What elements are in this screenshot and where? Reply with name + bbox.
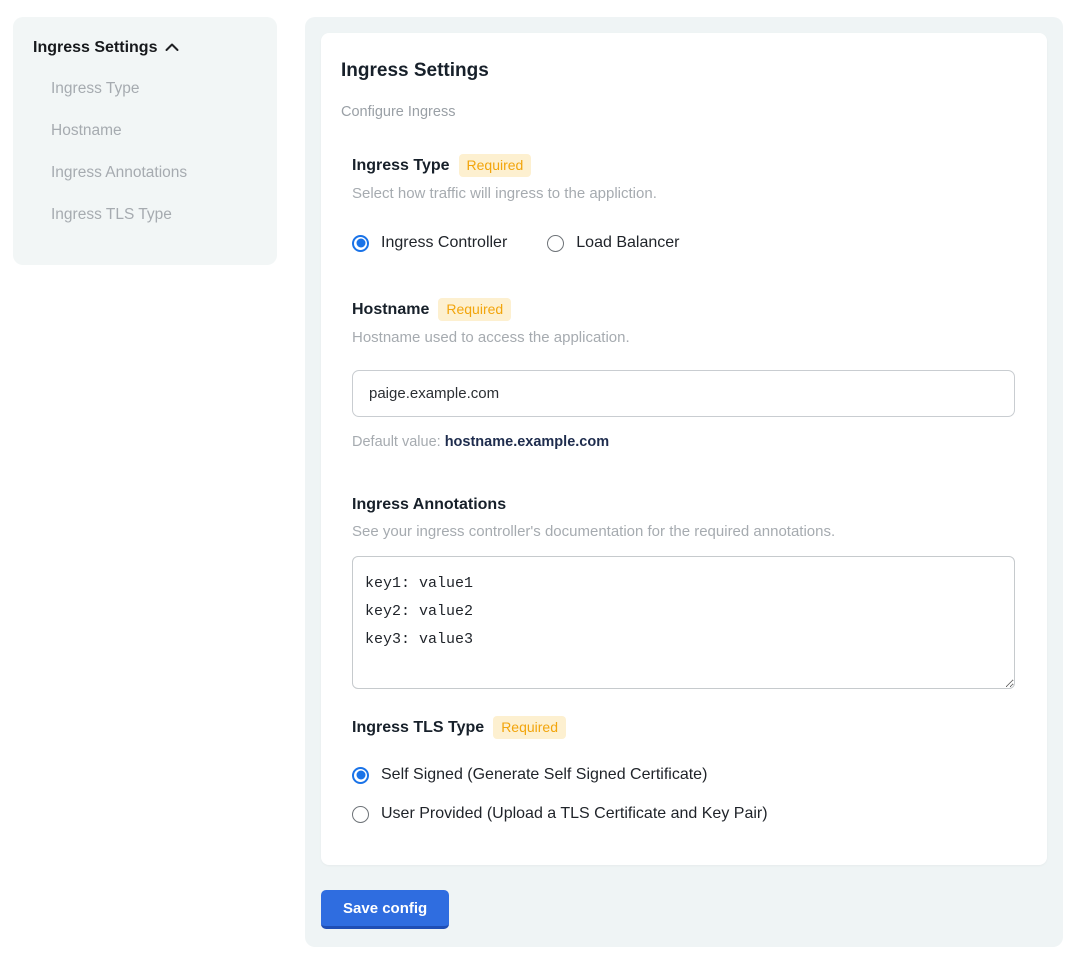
ingress-type-radio-group: Ingress Controller Load Balancer (352, 234, 1015, 252)
sidebar-group-ingress-settings[interactable]: Ingress Settings (33, 39, 257, 57)
page-title: Ingress Settings (341, 59, 1015, 82)
radio-label: Ingress Controller (381, 234, 507, 252)
section-label: Hostname (352, 300, 429, 320)
section-label: Ingress Type (352, 156, 450, 176)
radio-icon (352, 806, 369, 823)
sidebar-group-label: Ingress Settings (33, 39, 157, 57)
section-description: Hostname used to access the application. (352, 328, 1015, 347)
page-subtitle: Configure Ingress (341, 104, 1015, 120)
hostname-input[interactable] (352, 370, 1015, 417)
sidebar: Ingress Settings Ingress Type Hostname I… (13, 17, 277, 265)
radio-user-provided[interactable]: User Provided (Upload a TLS Certificate … (352, 805, 1015, 823)
radio-label: Load Balancer (576, 234, 679, 252)
required-badge: Required (493, 716, 566, 739)
radio-self-signed[interactable]: Self Signed (Generate Self Signed Certif… (352, 766, 1015, 784)
section-ingress-annotations: Ingress Annotations See your ingress con… (352, 495, 1015, 694)
sidebar-item-ingress-type[interactable]: Ingress Type (33, 79, 257, 99)
radio-label: User Provided (Upload a TLS Certificate … (381, 805, 768, 823)
chevron-up-icon (165, 39, 179, 57)
radio-label: Self Signed (Generate Self Signed Certif… (381, 766, 707, 784)
section-ingress-tls-type: Ingress TLS Type Required Self Signed (G… (352, 716, 1015, 823)
save-config-button[interactable]: Save config (321, 890, 449, 929)
settings-panel: Ingress Settings Configure Ingress Ingre… (305, 17, 1063, 947)
section-label: Ingress TLS Type (352, 718, 484, 738)
default-value-prefix: Default value: (352, 434, 445, 450)
radio-icon (352, 767, 369, 784)
section-ingress-type: Ingress Type Required Select how traffic… (352, 154, 1015, 252)
radio-icon (352, 235, 369, 252)
section-hostname-header: Hostname Required (352, 298, 1015, 321)
ingress-settings-card: Ingress Settings Configure Ingress Ingre… (321, 33, 1047, 865)
section-annotations-header: Ingress Annotations (352, 495, 1015, 515)
default-value-text: hostname.example.com (445, 434, 609, 450)
section-ingress-type-header: Ingress Type Required (352, 154, 1015, 177)
annotations-textarea[interactable]: key1: value1 key2: value2 key3: value3 (352, 556, 1015, 689)
section-tls-header: Ingress TLS Type Required (352, 716, 1015, 739)
tls-type-radio-group: Self Signed (Generate Self Signed Certif… (352, 766, 1015, 823)
sidebar-item-ingress-tls-type[interactable]: Ingress TLS Type (33, 205, 257, 225)
required-badge: Required (438, 298, 511, 321)
radio-icon (547, 235, 564, 252)
section-description: Select how traffic will ingress to the a… (352, 184, 1015, 203)
required-badge: Required (459, 154, 532, 177)
sidebar-item-hostname[interactable]: Hostname (33, 121, 257, 141)
section-description: See your ingress controller's documentat… (352, 522, 1015, 541)
sidebar-item-list: Ingress Type Hostname Ingress Annotation… (33, 79, 257, 225)
hostname-default-helper: Default value: hostname.example.com (352, 434, 1015, 450)
radio-ingress-controller[interactable]: Ingress Controller (352, 234, 507, 252)
section-label: Ingress Annotations (352, 495, 506, 515)
section-hostname: Hostname Required Hostname used to acces… (352, 298, 1015, 450)
radio-load-balancer[interactable]: Load Balancer (547, 234, 679, 252)
sidebar-item-ingress-annotations[interactable]: Ingress Annotations (33, 163, 257, 183)
